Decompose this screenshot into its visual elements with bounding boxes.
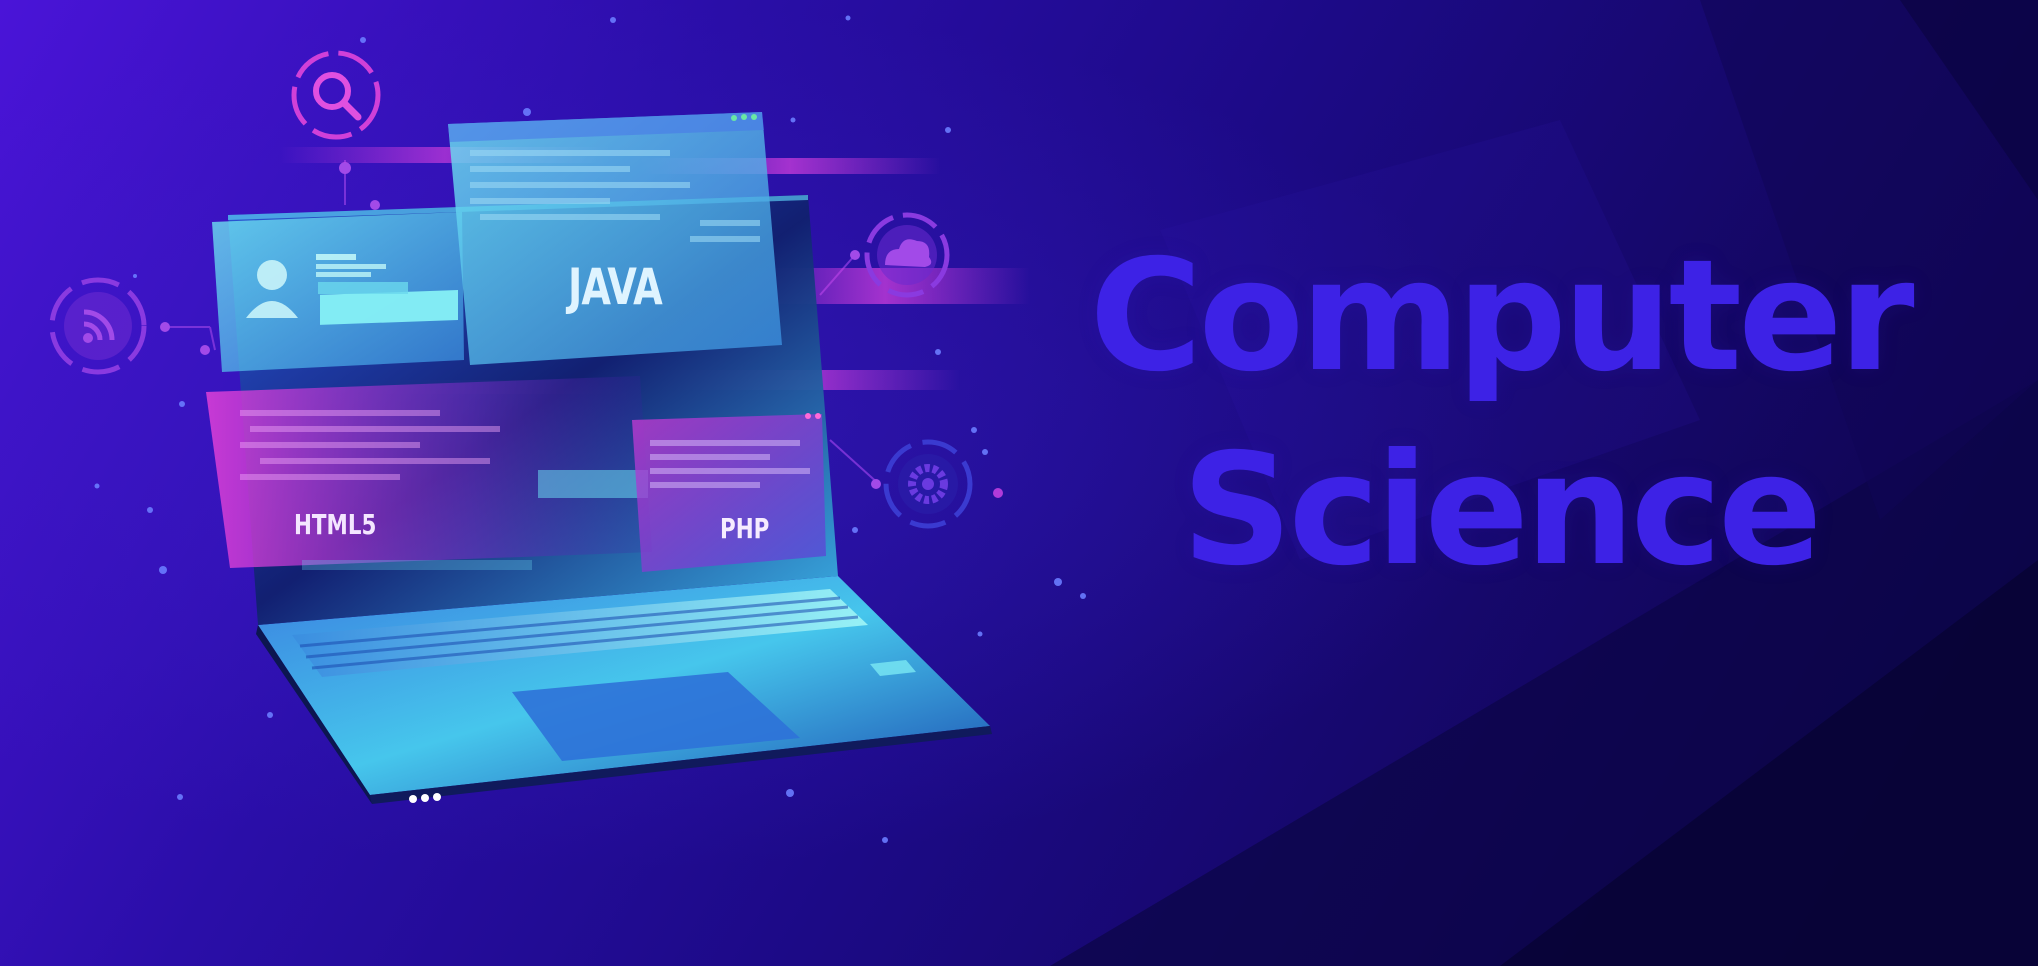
java-panel — [448, 112, 782, 365]
laptop-illustration: JAVA HTML5 PHP — [0, 0, 1100, 900]
cloud-icon — [864, 212, 950, 298]
headline: Computer Science — [1010, 240, 1990, 588]
php-panel — [632, 413, 826, 572]
gear-icon — [883, 439, 973, 529]
banner: Computer Science JAVA HTML5 PHP — [0, 0, 2038, 966]
java-label: JAVA — [568, 258, 663, 316]
html5-label: HTML5 — [294, 508, 377, 541]
rss-icon — [49, 277, 147, 375]
headline-line-2: Science — [1181, 421, 1823, 600]
laptop-graphic — [49, 15, 1086, 843]
html5-panel — [206, 376, 652, 570]
search-icon — [291, 50, 381, 140]
headline-line-1: Computer — [1089, 227, 1914, 406]
php-label: PHP — [720, 512, 770, 545]
profile-panel — [212, 212, 464, 372]
